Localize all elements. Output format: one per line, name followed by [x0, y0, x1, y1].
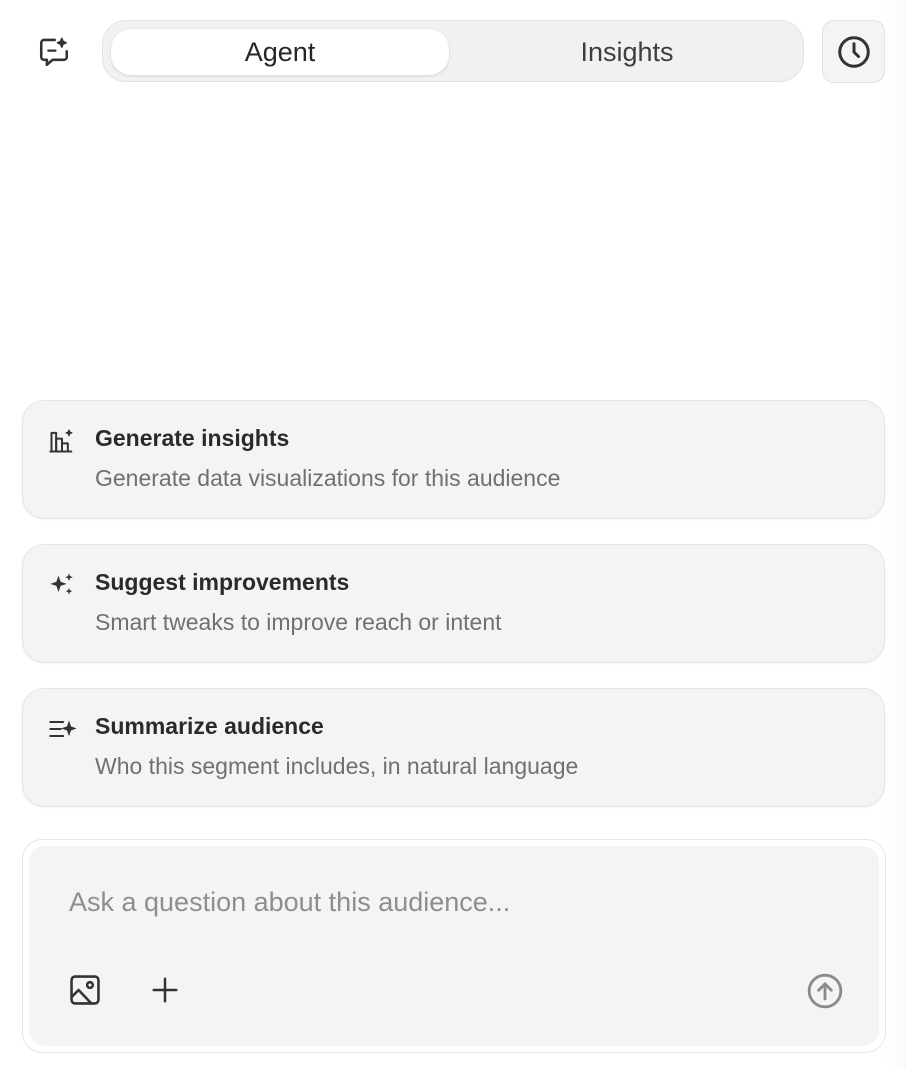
list-sparkle-icon: [47, 714, 77, 744]
attach-image-button[interactable]: [65, 970, 105, 1010]
composer-body: [29, 846, 879, 1046]
suggestion-title: Generate insights: [95, 425, 290, 451]
new-chat-button[interactable]: [32, 32, 76, 72]
suggestion-description: Generate data visualizations for this au…: [95, 465, 561, 491]
suggestion-summarize-audience[interactable]: Summarize audience Who this segment incl…: [22, 688, 885, 807]
mode-switcher: Agent Insights: [102, 20, 804, 82]
history-button[interactable]: [822, 20, 885, 83]
image-icon: [70, 975, 100, 1005]
send-button[interactable]: [804, 970, 846, 1012]
plus-icon: [152, 977, 178, 1003]
composer: [22, 839, 886, 1053]
sparkles-icon: [47, 570, 77, 600]
panel-edge: [886, 0, 906, 1068]
suggestion-title: Suggest improvements: [95, 569, 350, 595]
arrow-up-circle-icon: [807, 973, 843, 1009]
header: Agent Insights: [0, 20, 906, 84]
suggestion-generate-insights[interactable]: Generate insights Generate data visualiz…: [22, 400, 885, 519]
add-button[interactable]: [145, 970, 185, 1010]
tab-agent[interactable]: Agent: [111, 29, 449, 75]
agent-panel: Agent Insights Generate insights Generat…: [0, 0, 906, 1068]
chart-sparkle-icon: [47, 426, 77, 456]
suggestion-description: Smart tweaks to improve reach or intent: [95, 609, 502, 635]
clock-icon: [837, 35, 870, 68]
suggestion-suggest-improvements[interactable]: Suggest improvements Smart tweaks to imp…: [22, 544, 885, 663]
question-input[interactable]: [69, 882, 829, 922]
tab-insights[interactable]: Insights: [458, 29, 796, 75]
suggestion-title: Summarize audience: [95, 713, 324, 739]
chat-sparkle-icon: [39, 37, 69, 67]
suggestion-description: Who this segment includes, in natural la…: [95, 753, 579, 779]
